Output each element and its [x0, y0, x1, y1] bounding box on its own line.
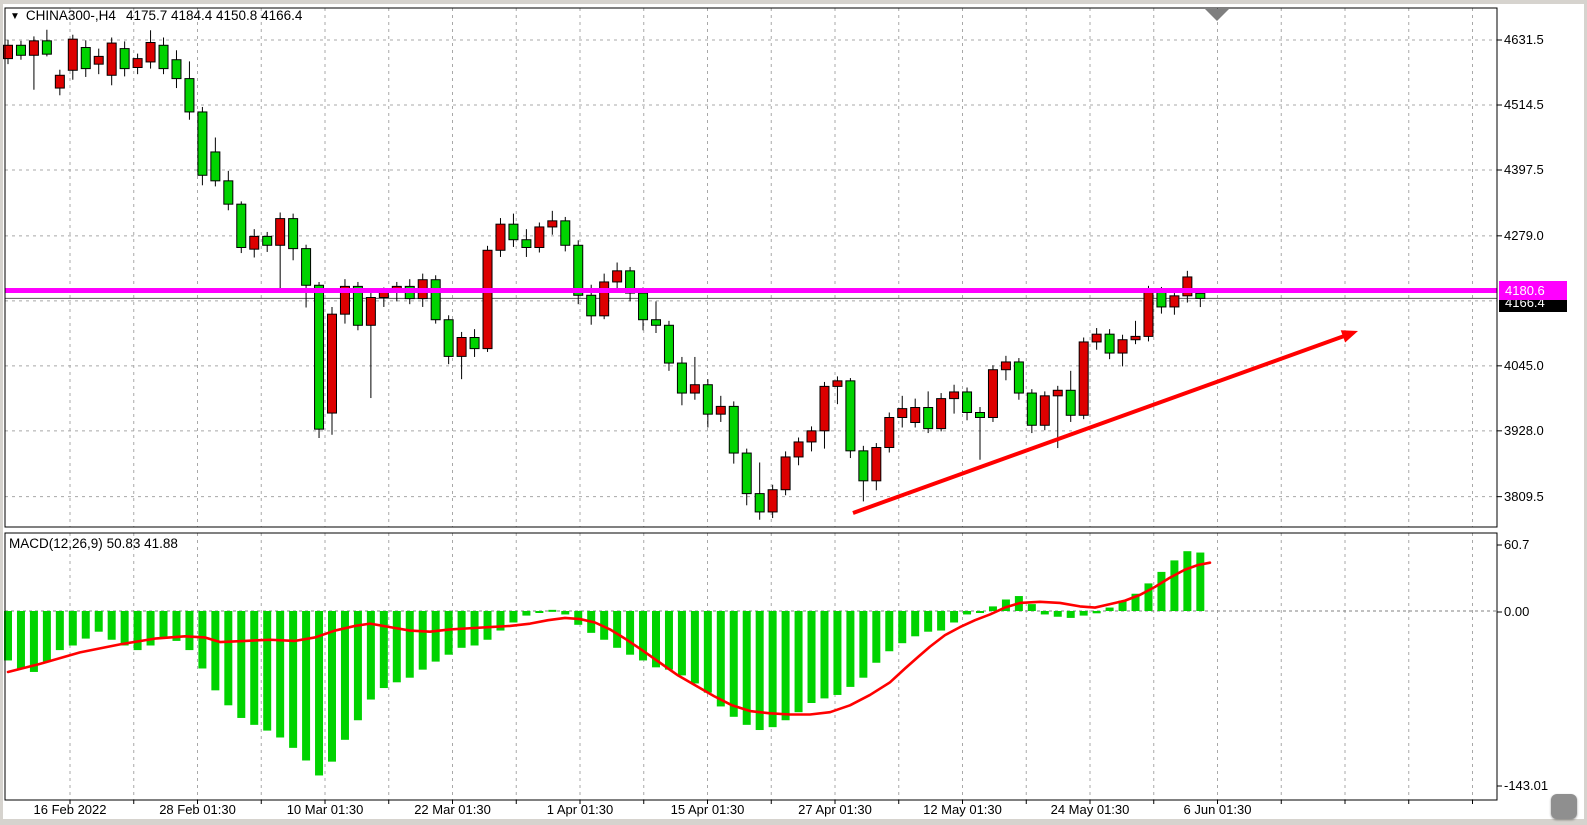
scroll-handle[interactable] — [1551, 794, 1577, 819]
symbol-dropdown-icon[interactable]: ▼ — [10, 11, 20, 22]
price-axis-label: 3928.0 — [1504, 423, 1544, 438]
time-axis-label: 16 Feb 2022 — [33, 802, 106, 817]
price-axis-label: 4279.0 — [1504, 228, 1544, 243]
time-axis-label: 28 Feb 01:30 — [159, 802, 236, 817]
time-axis-label: 10 Mar 01:30 — [287, 802, 364, 817]
macd-name: MACD(12,26,9) — [9, 536, 103, 551]
resistance-price-badge: 4180.6 — [1499, 281, 1567, 300]
macd-axis-label: 0.00 — [1504, 604, 1529, 619]
price-axis-label: 4045.0 — [1504, 358, 1544, 373]
time-axis-label: 12 May 01:30 — [923, 802, 1002, 817]
macd-axis-label: -143.01 — [1504, 778, 1548, 793]
macd-axis-label: 60.7 — [1504, 537, 1529, 552]
ohlc-values: 4175.7 4184.4 4150.8 4166.4 — [126, 8, 302, 23]
price-axis-label: 4631.5 — [1504, 32, 1544, 47]
price-axis-label: 4397.5 — [1504, 162, 1544, 177]
time-axis-label: 1 Apr 01:30 — [547, 802, 614, 817]
macd-values: 50.83 41.88 — [107, 536, 178, 551]
time-axis-label: 6 Jun 01:30 — [1184, 802, 1252, 817]
time-axis-label: 27 Apr 01:30 — [798, 802, 872, 817]
chart-title: ▼ CHINA300-,H4 4175.7 4184.4 4150.8 4166.4 — [10, 8, 302, 23]
time-axis-label: 15 Apr 01:30 — [671, 802, 745, 817]
macd-indicator-label: MACD(12,26,9) 50.83 41.88 — [9, 536, 178, 551]
trading-terminal-window: { "header": { "symbol_period": "CHINA300… — [0, 0, 1587, 825]
price-axis-label: 4514.5 — [1504, 97, 1544, 112]
time-axis-label: 22 Mar 01:30 — [414, 802, 491, 817]
chart-canvas[interactable] — [0, 0, 1587, 825]
symbol-period-label: CHINA300-,H4 — [26, 8, 116, 23]
time-axis-label: 24 May 01:30 — [1051, 802, 1130, 817]
price-axis-label: 3809.5 — [1504, 489, 1544, 504]
